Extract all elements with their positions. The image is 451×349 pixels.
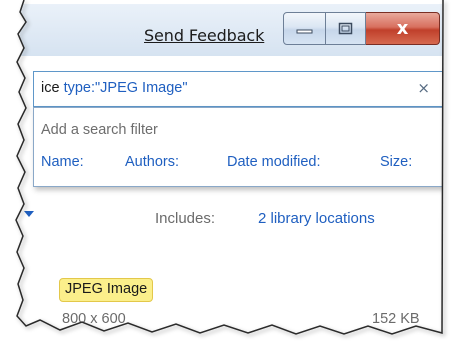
send-feedback-link[interactable]: Send Feedback bbox=[144, 26, 264, 45]
clear-search-icon[interactable]: × bbox=[417, 79, 430, 97]
search-filter-dropdown: Add a search filter Name: Authors: Date … bbox=[33, 107, 443, 187]
minimize-icon bbox=[296, 29, 312, 33]
close-icon: x bbox=[396, 18, 409, 39]
library-locations-link[interactable]: 2 library locations bbox=[258, 210, 375, 227]
search-input[interactable]: ice type:"JPEG Image" × bbox=[33, 71, 443, 107]
search-query: ice type:"JPEG Image" bbox=[41, 80, 188, 96]
filter-name[interactable]: Name: bbox=[41, 154, 84, 170]
query-type-filter: type:"JPEG Image" bbox=[63, 80, 188, 96]
file-type-highlight: JPEG Image bbox=[59, 278, 154, 302]
query-term: ice bbox=[41, 80, 60, 96]
close-button[interactable]: x bbox=[366, 12, 440, 45]
filter-authors[interactable]: Authors: bbox=[125, 154, 179, 170]
maximize-icon bbox=[338, 22, 352, 34]
screenshot: Send Feedback x ice type:"JPEG Image" × … bbox=[0, 0, 451, 349]
filter-size[interactable]: Size: bbox=[380, 154, 412, 170]
minimize-button[interactable] bbox=[283, 12, 326, 45]
chevron-down-icon[interactable] bbox=[24, 211, 34, 217]
filter-date-modified[interactable]: Date modified: bbox=[227, 154, 321, 170]
file-size: 152 KB bbox=[372, 311, 420, 327]
filter-hint: Add a search filter bbox=[41, 122, 158, 138]
includes-label: Includes: bbox=[155, 210, 216, 227]
maximize-button[interactable] bbox=[326, 12, 366, 45]
image-dimensions: 800 x 600 bbox=[62, 311, 126, 327]
